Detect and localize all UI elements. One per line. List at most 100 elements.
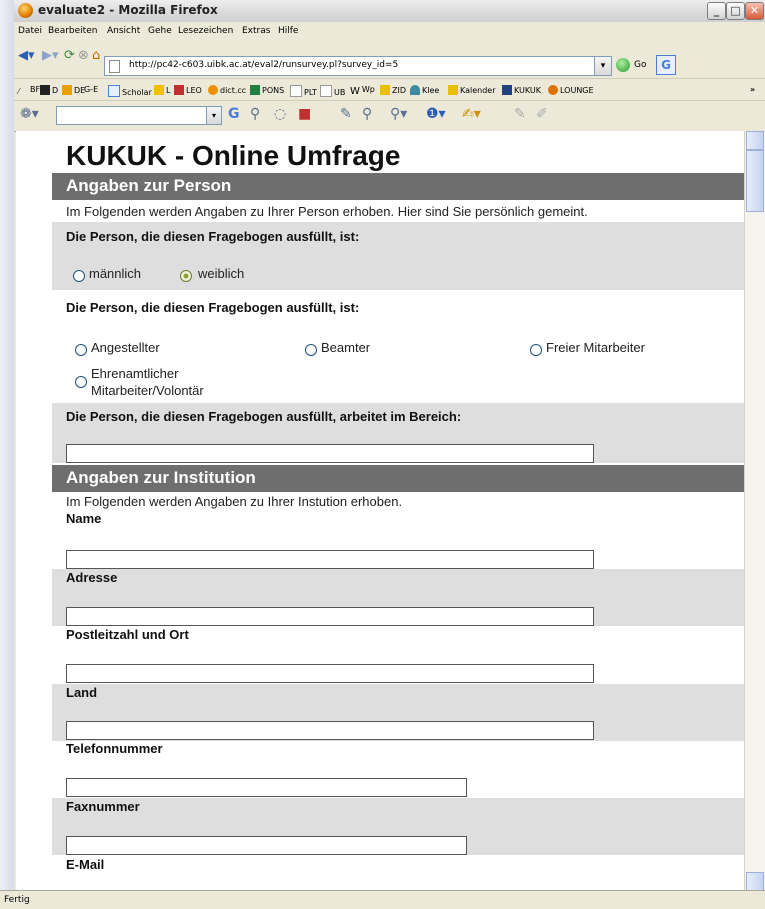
bookmark-dict-cc[interactable]: dict.cc	[208, 85, 246, 95]
question-label-bereich: Die Person, die diesen Fragebogen ausfül…	[66, 409, 462, 424]
menu-bearbeiten[interactable]: Bearbeiten	[48, 26, 97, 36]
bookmarks-overflow-icon[interactable]: »	[750, 85, 755, 94]
bookmark-star-icon[interactable]: ■	[298, 106, 311, 122]
radio-label-beamter: Beamter	[321, 340, 371, 355]
speech-icon[interactable]: ◌	[274, 106, 286, 122]
scroll-down-button[interactable]	[746, 872, 764, 891]
info-icon[interactable]: ❶▾	[426, 106, 446, 122]
bookmark-lounge[interactable]: LOUNGE	[548, 85, 594, 95]
maximize-button[interactable]: □	[726, 2, 745, 20]
bookmark-kukuk[interactable]: KUKUK	[502, 85, 541, 95]
postleitzahl-ort-input[interactable]	[66, 664, 594, 683]
desktop-edge	[0, 0, 15, 908]
search-next-icon[interactable]: ⚲▾	[390, 106, 407, 122]
field-label-faxnummer: Faxnummer	[66, 799, 140, 814]
land-input[interactable]	[66, 721, 594, 740]
bookmark-g-e[interactable]: G-E	[84, 85, 98, 94]
menu-lesezeichen[interactable]: Lesezeichen	[178, 26, 233, 36]
bookmark-l[interactable]: L	[154, 85, 170, 95]
reload-icon[interactable]: ⟳	[64, 48, 75, 63]
page-title: KUKUK - Online Umfrage	[66, 140, 401, 171]
bookmark-d[interactable]: D	[40, 85, 58, 95]
question-label-status: Die Person, die diesen Fragebogen ausfül…	[66, 300, 360, 315]
scroll-thumb[interactable]	[746, 150, 764, 212]
radio-ehrenamtlicher[interactable]	[75, 376, 87, 388]
field-label-land: Land	[66, 685, 98, 700]
telefonnummer-input[interactable]	[66, 778, 467, 797]
bookmark-kalender[interactable]: Kalender	[448, 85, 496, 95]
section-intro-person: Im Folgenden werden Angaben zu Ihrer Per…	[66, 204, 588, 219]
search-icon[interactable]: ⚲	[362, 106, 372, 122]
firefox-icon	[18, 3, 33, 18]
radio-weiblich[interactable]	[180, 270, 192, 282]
pagerank-icon[interactable]: ⚲	[250, 106, 260, 122]
bookmark-pons[interactable]: PONS	[250, 85, 284, 95]
bookmarks-bar: ⁄ BF D DE G-E Scholar L LEO dict.cc PONS …	[14, 78, 765, 101]
bookmark-wp[interactable]: W Wp	[350, 85, 375, 97]
menu-hilfe[interactable]: Hilfe	[278, 26, 298, 36]
radio-maennlich[interactable]	[73, 270, 85, 282]
go-button-label[interactable]: Go	[634, 60, 646, 70]
name-input[interactable]	[66, 550, 594, 569]
bookmark-de[interactable]: DE	[62, 85, 85, 95]
field-label-telefonnummer: Telefonnummer	[66, 741, 163, 756]
google-icon[interactable]: G	[656, 55, 676, 75]
bookmark-klee[interactable]: Klee	[410, 85, 439, 95]
bookmark-bf[interactable]: ⁄ BF	[18, 85, 40, 97]
scroll-up-button[interactable]	[746, 131, 764, 150]
menu-ansicht[interactable]: Ansicht	[107, 26, 140, 36]
field-label-name: Name	[66, 511, 102, 526]
question-label-gender: Die Person, die diesen Fragebogen ausfül…	[66, 229, 360, 244]
menu-extras[interactable]: Extras	[242, 26, 270, 36]
radio-freier-mitarbeiter[interactable]	[530, 344, 542, 356]
menu-bar: Datei Bearbeiten Ansicht Gehe Lesezeiche…	[14, 22, 765, 40]
radio-label-ehrenamtlicher-line2: Mitarbeiter/Volontär	[91, 383, 204, 398]
status-text: Fertig	[4, 895, 30, 905]
radio-label-weiblich: weiblich	[198, 266, 245, 281]
url-bar[interactable]: http://pc42-c603.uibk.ac.at/eval2/runsur…	[104, 56, 596, 76]
bookmark-scholar[interactable]: Scholar	[108, 85, 152, 97]
section-intro-institution: Im Folgenden werden Angaben zu Ihrer Ins…	[66, 494, 403, 509]
section-heading-person: Angaben zur Person	[52, 173, 744, 200]
back-icon[interactable]: ◀▾	[18, 48, 35, 63]
autofill-icon[interactable]: ✍▾	[462, 106, 481, 122]
menu-datei[interactable]: Datei	[18, 26, 42, 36]
vertical-scrollbar[interactable]	[744, 131, 765, 890]
google-logo-icon[interactable]: ❁▾	[20, 106, 39, 122]
google-search-icon[interactable]: G	[228, 106, 240, 122]
section-heading-institution: Angaben zur Institution	[52, 465, 744, 492]
bookmark-plt[interactable]: PLT	[290, 85, 317, 97]
url-text: http://pc42-c603.uibk.ac.at/eval2/runsur…	[129, 60, 399, 70]
field-label-email: E-Mail	[66, 857, 105, 872]
title-bar: evaluate2 - Mozilla Firefox _ □ ✕	[14, 0, 765, 23]
status-bar: Fertig	[0, 890, 765, 909]
field-label-adresse: Adresse	[66, 570, 118, 585]
home-icon[interactable]: ⌂	[92, 48, 100, 63]
minimize-button[interactable]: _	[707, 2, 726, 20]
adresse-input[interactable]	[66, 607, 594, 626]
go-icon[interactable]	[616, 58, 630, 72]
google-search-input[interactable]	[56, 106, 208, 125]
bookmark-zid[interactable]: ZID	[380, 85, 406, 95]
radio-angestellter[interactable]	[75, 344, 87, 356]
bookmark-leo[interactable]: LEO	[174, 85, 202, 95]
pencil-icon[interactable]: ✐	[536, 106, 548, 122]
radio-label-angestellter: Angestellter	[91, 340, 160, 355]
bookmark-ub[interactable]: UB	[320, 85, 345, 97]
radio-label-freier-mitarbeiter: Freier Mitarbeiter	[546, 340, 645, 355]
url-dropdown-button[interactable]: ▾	[594, 56, 612, 76]
window-title: evaluate2 - Mozilla Firefox	[38, 3, 218, 17]
pen-icon[interactable]: ✎	[514, 106, 526, 122]
highlight-icon[interactable]: ✎	[340, 106, 352, 122]
bereich-input[interactable]	[66, 444, 594, 463]
radio-label-maennlich: männlich	[89, 266, 142, 281]
field-label-postleitzahl-ort: Postleitzahl und Ort	[66, 627, 189, 642]
google-search-dropdown[interactable]: ▾	[206, 106, 222, 125]
faxnummer-input[interactable]	[66, 836, 467, 855]
radio-label-ehrenamtlicher-line1: Ehrenamtlicher	[91, 366, 179, 381]
close-button[interactable]: ✕	[745, 2, 764, 20]
radio-beamter[interactable]	[305, 344, 317, 356]
stop-icon[interactable]: ⊗	[78, 48, 89, 63]
menu-gehe[interactable]: Gehe	[148, 26, 172, 36]
forward-icon[interactable]: ▶▾	[42, 48, 59, 63]
